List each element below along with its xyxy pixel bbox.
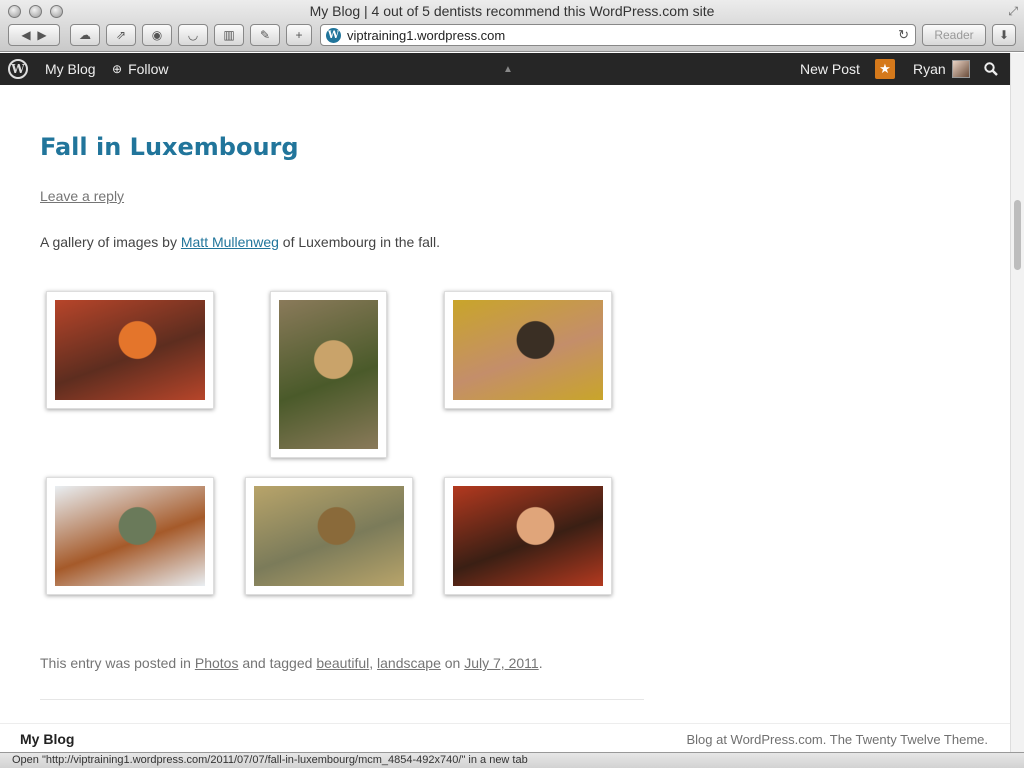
tag-link-landscape[interactable]: landscape (377, 655, 441, 671)
follow-button[interactable]: ⊕ Follow (112, 53, 169, 85)
wrench-icon: ✎ (259, 28, 271, 42)
url-text: viptraining1.wordpress.com (347, 27, 506, 43)
divider (40, 699, 644, 700)
gallery-image (279, 300, 378, 449)
cloud-icon: ☁ (79, 28, 91, 42)
search-icon (984, 62, 998, 76)
footer-credit[interactable]: Blog at WordPress.com. The Twenty Twelve… (686, 732, 988, 747)
page-content: Fall in Luxembourg Leave a reply A galle… (0, 85, 1010, 723)
share-button[interactable]: ⇗ (106, 24, 136, 46)
forward-icon[interactable]: ▶ (37, 28, 46, 42)
tag-link-beautiful[interactable]: beautiful (316, 655, 369, 671)
download-icon: ⬇ (998, 28, 1010, 42)
wordpress-logo-icon: W (8, 59, 28, 79)
search-button[interactable] (984, 53, 998, 85)
notifications-button[interactable]: ★ (875, 53, 895, 85)
pocket-button[interactable]: ◡ (178, 24, 208, 46)
window-titlebar: My Blog | 4 out of 5 dentists recommend … (0, 0, 1024, 52)
back-forward-buttons[interactable]: ◀ ▶ (8, 24, 60, 46)
entry-meta: This entry was posted in Photos and tagg… (40, 655, 543, 671)
address-bar[interactable]: W viptraining1.wordpress.com ↻ (320, 24, 916, 46)
badge-icon: ◉ (151, 28, 163, 42)
share-icon: ⇗ (115, 28, 127, 42)
gallery-thumbnail-4[interactable] (46, 477, 214, 595)
gallery-image (55, 300, 205, 400)
meta-period: . (538, 655, 543, 671)
reader-button[interactable]: Reader (922, 24, 986, 46)
intro-text-after: of Luxembourg in the fall. (278, 234, 441, 250)
scrollbar-thumb[interactable] (1014, 200, 1021, 270)
gallery-thumbnail-2[interactable] (270, 291, 387, 458)
wp-admin-bar: W My Blog ⊕ Follow ▲ New Post ★ Ryan (0, 53, 1010, 85)
user-menu[interactable]: Ryan (913, 53, 970, 85)
plus-circle-icon: ⊕ (112, 62, 123, 76)
footer-site-title[interactable]: My Blog (20, 731, 74, 747)
gallery-image (453, 300, 603, 400)
tools-button[interactable]: ✎ (250, 24, 280, 46)
browser-status-bar: Open "http://viptraining1.wordpress.com/… (0, 752, 1024, 768)
author-link[interactable]: Matt Mullenweg (181, 234, 279, 250)
extension-button[interactable]: ◉ (142, 24, 172, 46)
leave-reply-link[interactable]: Leave a reply (40, 188, 124, 204)
add-tab-button[interactable]: + (286, 24, 312, 46)
browser-toolbar: ◀ ▶ ☁ ⇗ ◉ ◡ ▥ ✎ + W viptraining1.wordpre… (8, 24, 1016, 46)
vertical-scrollbar[interactable] (1010, 53, 1024, 753)
user-name: Ryan (913, 61, 946, 77)
post-title[interactable]: Fall in Luxembourg (40, 133, 299, 161)
gallery-thumbnail-3[interactable] (444, 291, 612, 409)
date-link[interactable]: July 7, 2011 (464, 655, 538, 671)
collapse-icon: ▲ (503, 63, 513, 75)
follow-label: Follow (128, 61, 169, 77)
wp-logo-menu[interactable]: W (8, 53, 28, 85)
gallery-thumbnail-6[interactable] (444, 477, 612, 595)
pocket-icon: ◡ (187, 28, 199, 42)
meta-comma: , (369, 655, 378, 671)
gallery-thumbnail-5[interactable] (245, 477, 413, 595)
category-link[interactable]: Photos (195, 655, 239, 671)
window-title: My Blog | 4 out of 5 dentists recommend … (309, 3, 715, 19)
reading-list-button[interactable]: ▥ (214, 24, 244, 46)
new-post-link[interactable]: New Post (800, 53, 860, 85)
sidebar-icon: ▥ (223, 28, 235, 42)
gallery-image (453, 486, 603, 586)
reload-icon[interactable]: ↻ (898, 27, 909, 43)
downloads-button[interactable]: ⬇ (992, 24, 1016, 46)
meta-prefix: This entry was posted in (40, 655, 195, 671)
wordpress-favicon-icon: W (326, 28, 341, 43)
fullscreen-icon[interactable]: ⤢ (1008, 4, 1018, 19)
collapse-bar-toggle[interactable]: ▲ (503, 53, 513, 85)
intro-text-before: A gallery of images by (40, 234, 181, 250)
gallery-thumbnail-1[interactable] (46, 291, 214, 409)
avatar (951, 60, 970, 78)
site-footer: My Blog Blog at WordPress.com. The Twent… (0, 723, 1010, 752)
site-name-link[interactable]: My Blog (45, 53, 96, 85)
icloud-button[interactable]: ☁ (70, 24, 100, 46)
star-icon: ★ (875, 59, 895, 79)
meta-tagged: and tagged (238, 655, 317, 671)
back-icon[interactable]: ◀ (21, 28, 30, 42)
post-intro: A gallery of images by Matt Mullenweg of… (40, 234, 440, 250)
gallery-image (55, 486, 205, 586)
meta-on: on (440, 655, 465, 671)
gallery-image (254, 486, 404, 586)
